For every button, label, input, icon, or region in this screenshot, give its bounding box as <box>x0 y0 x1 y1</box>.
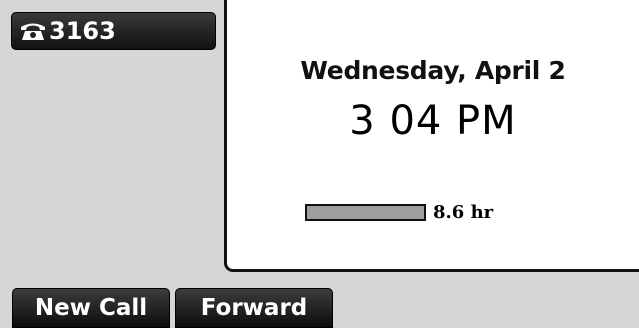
phone-handset-icon <box>21 23 45 40</box>
usage-label: 8.6 hr <box>433 202 494 223</box>
usage-bar-fill <box>307 206 424 219</box>
date-display: Wednesday, April 2 <box>300 56 566 85</box>
usage-bar <box>305 204 426 221</box>
phone-screen: 3163 Wednesday, April 2 3 04 PM 8.6 hr N… <box>0 0 639 328</box>
new-call-softkey[interactable]: New Call <box>12 288 170 328</box>
usage-indicator: 8.6 hr <box>305 202 493 223</box>
softkey-bar: New Call Forward <box>0 284 639 328</box>
idle-panel: Wednesday, April 2 3 04 PM 8.6 hr <box>224 0 639 272</box>
time-display: 3 04 PM <box>349 98 517 144</box>
line-key-3163[interactable]: 3163 <box>11 12 216 50</box>
forward-softkey[interactable]: Forward <box>175 288 333 328</box>
line-label: 3163 <box>49 17 116 45</box>
